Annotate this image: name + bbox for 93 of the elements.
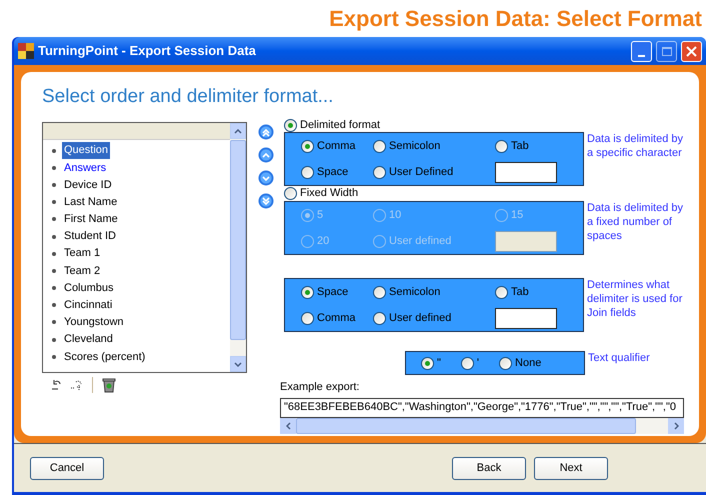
option-label: Comma [317, 138, 356, 154]
close-button[interactable] [681, 40, 702, 62]
option-label: 5 [317, 208, 324, 223]
scroll-thumb[interactable] [296, 418, 636, 434]
scroll-left-icon [286, 422, 290, 430]
help-text: Data is delimited by a fixed number of spaces [587, 201, 684, 243]
double-down-chevron-icon[interactable] [258, 193, 274, 209]
radio-button[interactable] [373, 286, 386, 298]
option-label: Semicolon [389, 284, 440, 300]
bullet-icon [52, 286, 56, 290]
double-up-chevron-icon[interactable] [258, 124, 274, 140]
list-item[interactable]: Question [62, 142, 110, 159]
help-text: Determines what delimiter is used for Join fields [587, 278, 684, 320]
up-chevron-icon[interactable] [258, 147, 274, 163]
option-label: Space [317, 164, 348, 180]
scroll-right-icon [674, 422, 678, 430]
radio-button[interactable] [373, 166, 386, 178]
bullet-icon [52, 320, 56, 324]
option-label: 10 [389, 208, 402, 223]
bullet-icon [52, 268, 56, 273]
option-label: Tab [511, 138, 529, 154]
scroll-up-icon [234, 128, 242, 134]
list-item[interactable]: Scores (percent) [62, 348, 148, 366]
bullet-icon [52, 252, 56, 256]
example-export-field: "68EE3BFEBEB640BC","Washington","George","1776","True","","","","True","","0 [280, 398, 684, 418]
list-item[interactable]: Answers [62, 160, 108, 176]
list-item[interactable]: Cleveland [62, 331, 115, 348]
radio-button[interactable] [301, 166, 314, 178]
bullet-icon [52, 166, 56, 170]
option-label: Comma [317, 310, 356, 326]
list-item[interactable]: Youngstown [62, 314, 126, 331]
undo-arrow-icon[interactable] [50, 379, 62, 391]
bullet-icon [52, 148, 56, 153]
list-item[interactable]: Team 2 [62, 262, 102, 280]
radio-button[interactable] [421, 356, 434, 370]
bullet-icon [52, 200, 56, 204]
help-text: Text qualifier [588, 351, 650, 365]
back-button[interactable]: Back [452, 456, 526, 480]
help-text: Data is delimited by a specific character [587, 132, 684, 160]
bullet-icon [52, 303, 56, 308]
minimize-button[interactable] [631, 40, 652, 62]
radio-button[interactable] [373, 140, 386, 152]
option-label: 15 [511, 208, 524, 223]
radio-button[interactable] [284, 118, 297, 132]
option-label: Space [317, 284, 348, 300]
vertical-scrollbar[interactable] [230, 123, 246, 372]
scroll-thumb[interactable] [230, 140, 246, 340]
horizontal-scrollbar[interactable] [280, 418, 684, 434]
option-label: ' [476, 356, 480, 371]
option-label: Tab [511, 284, 529, 300]
list-item[interactable]: Columbus [62, 280, 116, 296]
list-item[interactable]: First Name [62, 211, 120, 228]
wizard-heading: Select order and delimiter format... [42, 84, 334, 109]
bullet-icon [52, 338, 56, 342]
input-field[interactable] [495, 162, 557, 182]
bullet-icon [52, 234, 56, 239]
cancel-button[interactable]: Cancel [30, 456, 104, 480]
window-title: TurningPoint - Export Session Data [38, 42, 257, 60]
section-label: Delimited format [300, 118, 380, 133]
list-item[interactable]: Student ID [62, 228, 118, 245]
option-label: 20 [317, 234, 330, 249]
option-label: " [437, 356, 441, 371]
radio-button[interactable] [301, 286, 314, 298]
radio-button[interactable] [460, 356, 474, 370]
maximize-button[interactable] [656, 40, 677, 62]
bullet-icon [52, 182, 56, 187]
radio-button[interactable] [301, 312, 314, 324]
option-label: User Defined [389, 164, 454, 180]
input-field[interactable] [495, 308, 557, 328]
option-label: User defined [389, 310, 452, 326]
radio-button[interactable] [373, 312, 386, 324]
bullet-icon [52, 354, 56, 359]
option-label: User defined [389, 234, 452, 249]
option-label: Semicolon [389, 138, 440, 154]
next-button[interactable]: Next [534, 456, 608, 480]
list-item[interactable]: Last Name [62, 194, 120, 210]
radio-button[interactable] [495, 140, 508, 152]
page-heading: Export Session Data: Select Format [329, 5, 702, 33]
bullet-icon [52, 217, 56, 222]
app-logo-icon [18, 43, 34, 59]
list-item[interactable]: Team 1 [62, 245, 102, 262]
field-label: Example export: [280, 380, 360, 395]
scroll-down-icon [234, 362, 242, 366]
down-chevron-icon[interactable] [258, 170, 274, 186]
radio-button[interactable] [499, 356, 512, 370]
close-icon [686, 46, 697, 56]
radio-button[interactable] [301, 140, 314, 152]
option-label: None [515, 356, 542, 371]
radio-button[interactable] [495, 286, 508, 298]
list-item[interactable]: Device ID [62, 176, 114, 194]
trash-can-icon[interactable] [101, 377, 117, 393]
list-item[interactable]: Cincinnati [62, 297, 114, 314]
section-label: Fixed Width [300, 186, 358, 202]
